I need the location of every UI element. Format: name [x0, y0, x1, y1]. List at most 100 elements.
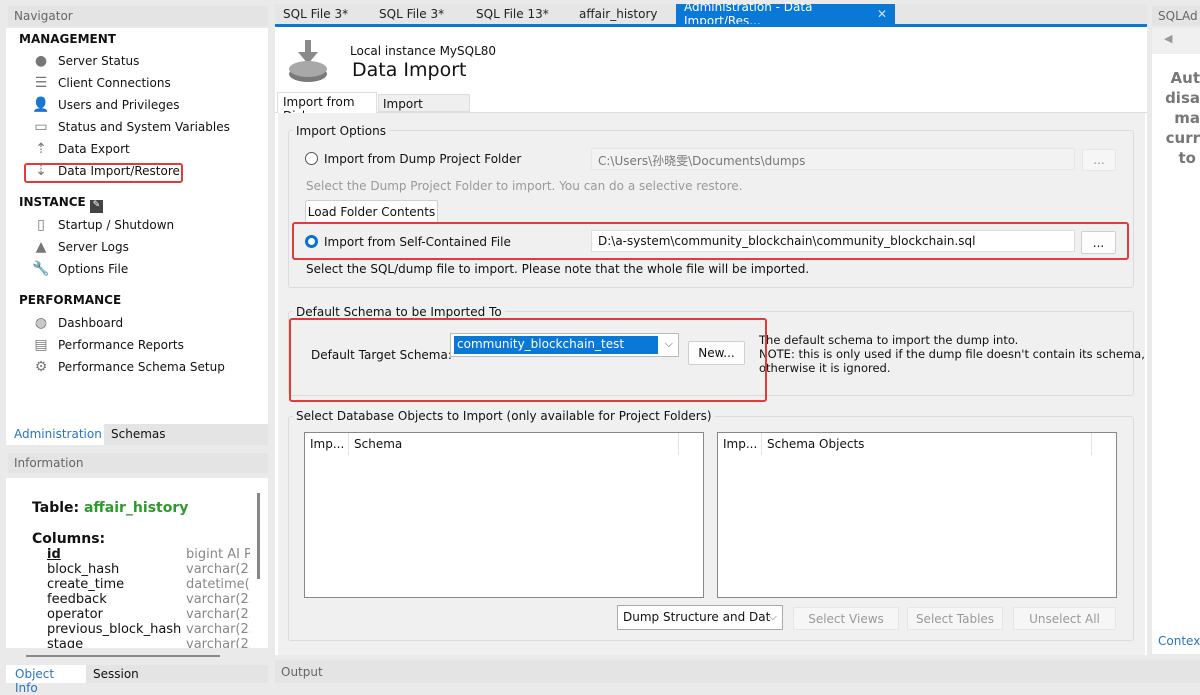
col-import[interactable]: Imp...: [305, 433, 349, 455]
info-scrollbar[interactable]: [257, 493, 260, 579]
self-contained-hint: Select the SQL/dump file to import. Plea…: [306, 262, 810, 276]
column-name: operator: [47, 607, 103, 622]
nav-dashboard[interactable]: ◍ Dashboard: [32, 314, 123, 332]
nav-users-privileges[interactable]: 👤 Users and Privileges: [32, 96, 179, 114]
back-icon[interactable]: ◀: [1164, 32, 1172, 45]
instance-wrench-icon: ✎: [89, 200, 103, 213]
nav-options-file[interactable]: 🔧 Options File: [32, 260, 128, 278]
editor-tab-sql-file-3b[interactable]: SQL File 3*: [371, 4, 452, 24]
info-hscrollbar[interactable]: [26, 655, 220, 657]
help-line: disa: [1165, 89, 1200, 107]
close-icon[interactable]: ✕: [877, 7, 887, 21]
nav-server-status[interactable]: ● Server Status: [32, 52, 140, 70]
column-type: varchar(25: [186, 592, 250, 607]
nav-label: Startup / Shutdown: [58, 218, 175, 232]
load-folder-contents-button[interactable]: Load Folder Contents: [305, 200, 438, 224]
nav-label: Data Export: [58, 142, 130, 156]
column-types: bigint AI P varchar(25 datetime(( varcha…: [186, 547, 250, 648]
highlight-box: [292, 222, 1129, 260]
note-line: The default schema to import the dump in…: [759, 333, 1019, 347]
editor-tab-affair-history[interactable]: affair_history: [571, 4, 666, 24]
tab-import-progress[interactable]: Import Progress: [378, 94, 470, 125]
play-circle-icon: ●: [34, 53, 48, 69]
nav-performance-reports[interactable]: ▤ Performance Reports: [32, 336, 184, 354]
navigator-panel: MANAGEMENT ● Server Status ☰ Client Connec…: [6, 28, 268, 424]
help-line: to: [1178, 149, 1196, 167]
objects-legend: Select Database Objects to Import (only …: [293, 409, 715, 423]
chevron-down-icon: ⌵: [768, 610, 777, 623]
table-label: Table:: [32, 500, 80, 516]
column-name: previous_block_hash: [47, 622, 182, 637]
help-line: curr: [1165, 129, 1200, 147]
performance-heading: PERFORMANCE: [19, 293, 122, 307]
highlight-box: [289, 318, 767, 402]
column-name: feedback: [47, 592, 107, 607]
wrench-icon: 🔧: [32, 261, 50, 277]
information-title: Information: [14, 456, 88, 470]
nav-server-logs[interactable]: ▲ Server Logs: [32, 238, 129, 256]
dump-folder-path[interactable]: C:\Users\孙晓雯\Documents\dumps: [591, 148, 1075, 170]
import-options-legend: Import Options: [293, 124, 389, 138]
nav-startup-shutdown[interactable]: ▯ Startup / Shutdown: [32, 216, 174, 234]
instance-heading: INSTANCE ✎: [19, 195, 103, 213]
default-schema-note: The default schema to import the dump in…: [759, 333, 1145, 375]
nav-label: Server Logs: [58, 240, 129, 254]
monitor-icon: ▭: [34, 119, 48, 135]
radio-dump-folder[interactable]: [305, 152, 318, 165]
page-title: Data Import: [352, 59, 467, 81]
navigator-header: Navigator: [8, 6, 268, 26]
unselect-all-button[interactable]: Unselect All: [1013, 607, 1116, 630]
tab-schemas[interactable]: Schemas: [104, 424, 268, 445]
server-icon: ▯: [37, 217, 45, 233]
dump-type-select[interactable]: Dump Structure and Dat ⌵: [617, 605, 783, 630]
select-views-button[interactable]: Select Views: [793, 607, 899, 630]
nav-label: Options File: [58, 262, 129, 276]
nav-label: Performance Reports: [58, 338, 184, 352]
management-heading: MANAGEMENT: [19, 32, 116, 46]
column-name: stage: [47, 637, 84, 648]
sqladditions-toolbar: ◀: [1152, 28, 1200, 54]
column-names: id block_hash create_time feedback opera…: [47, 547, 181, 648]
reports-icon: ▤: [34, 337, 48, 353]
help-line: Aut: [1170, 69, 1200, 87]
schema-objects-header: Imp... Schema Objects: [718, 433, 1116, 455]
col-schema[interactable]: Schema: [349, 433, 679, 455]
col-schema-objects[interactable]: Schema Objects: [762, 433, 1092, 455]
tab-object-info[interactable]: Object Info: [6, 665, 86, 695]
dump-folder-label: Import from Dump Project Folder: [324, 152, 522, 166]
output-title: Output: [281, 664, 327, 679]
tab-context-help[interactable]: Context: [1158, 634, 1200, 648]
export-icon: ⇡: [35, 141, 47, 157]
nav-label: Client Connections: [58, 76, 171, 90]
dump-folder-browse-button[interactable]: ...: [1082, 149, 1116, 171]
nav-status-variables[interactable]: ▭ Status and System Variables: [32, 118, 230, 136]
schema-list-header: Imp... Schema: [305, 433, 703, 455]
editor-tab-sql-file-3a[interactable]: SQL File 3*: [275, 4, 356, 24]
setup-icon: ⚙: [34, 359, 48, 375]
schema-list[interactable]: Imp... Schema: [304, 432, 704, 598]
nav-client-connections[interactable]: ☰ Client Connections: [32, 74, 171, 92]
sqladditions-header: SQLAd: [1152, 6, 1200, 26]
editor-tab-sql-file-13[interactable]: SQL File 13*: [468, 4, 557, 24]
output-header: Output: [275, 660, 1200, 683]
column-type: bigint AI P: [186, 547, 250, 562]
nav-data-export[interactable]: ⇡ Data Export: [32, 140, 130, 158]
database-connections-icon: ☰: [34, 75, 48, 91]
col-import[interactable]: Imp...: [718, 433, 762, 455]
nav-label: Status and System Variables: [58, 120, 230, 134]
tab-administration[interactable]: Administration: [6, 424, 104, 445]
select-tables-button[interactable]: Select Tables: [907, 607, 1003, 630]
information-panel: Table: affair_history Columns: id block_…: [6, 478, 268, 648]
tab-session[interactable]: Session: [86, 665, 268, 683]
instance-name: Local instance MySQL80: [350, 44, 497, 58]
tab-import-from-disk[interactable]: Import from Disk: [277, 92, 377, 123]
help-line: ma: [1174, 109, 1200, 127]
nav-label: Server Status: [58, 54, 140, 68]
column-type: varchar(25: [186, 637, 250, 648]
dashboard-icon: ◍: [34, 315, 48, 331]
sqladditions-title: SQLAd: [1158, 9, 1200, 23]
editor-tab-administration[interactable]: Administration - Data Import/Res... ✕: [676, 0, 895, 28]
schema-objects-list[interactable]: Imp... Schema Objects: [717, 432, 1117, 598]
nav-performance-schema-setup[interactable]: ⚙ Performance Schema Setup: [32, 358, 225, 376]
column-name: create_time: [47, 577, 125, 592]
